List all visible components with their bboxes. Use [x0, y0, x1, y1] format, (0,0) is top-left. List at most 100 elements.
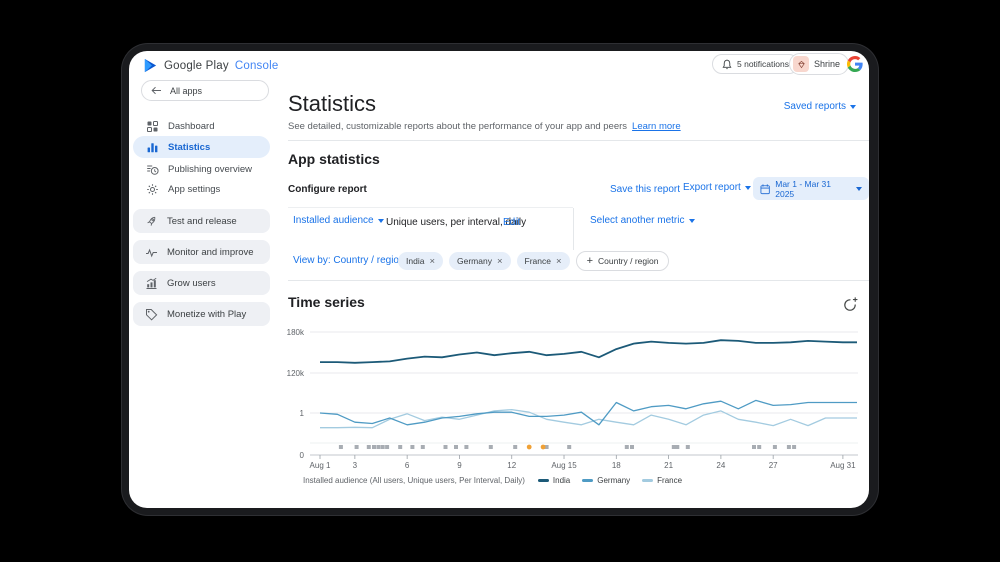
play-triangle-icon — [143, 58, 158, 73]
legend-series-name: India — [553, 476, 570, 485]
svg-text:6: 6 — [405, 461, 410, 470]
svg-text:21: 21 — [664, 461, 673, 470]
sidebar-section-monetize-with-play[interactable]: Monetize with Play — [133, 302, 270, 326]
notifications-button[interactable]: 5 notifications — [712, 54, 799, 74]
sidebar-section-label: Grow users — [167, 278, 216, 289]
legend-series-name: France — [657, 476, 682, 485]
sidebar-item-app-settings[interactable]: App settings — [129, 179, 277, 199]
chevron-down-icon — [850, 105, 856, 109]
divider — [288, 140, 869, 141]
edit-metric-button[interactable]: Edit — [503, 217, 520, 228]
subtitle-text: See detailed, customizable reports about… — [288, 121, 627, 132]
svg-text:18: 18 — [612, 461, 621, 470]
sidebar-item-label: App settings — [168, 184, 220, 195]
legend-item: France — [642, 476, 682, 485]
all-apps-label: All apps — [170, 86, 202, 96]
google-account-button[interactable] — [847, 56, 863, 77]
sidebar-item-dashboard[interactable]: Dashboard — [129, 116, 277, 136]
svg-text:9: 9 — [457, 461, 462, 470]
learn-more-link[interactable]: Learn more — [632, 121, 681, 132]
sidebar-section-label: Monitor and improve — [167, 247, 254, 258]
legend-swatch — [642, 479, 653, 482]
sidebar-section-label: Test and release — [167, 216, 237, 227]
saved-reports-label: Saved reports — [784, 101, 846, 112]
add-chip-label: Country / region — [598, 256, 658, 266]
saved-reports-button[interactable]: Saved reports — [784, 101, 856, 112]
time-series-title: Time series — [288, 294, 365, 310]
statistics-icon — [146, 141, 159, 154]
svg-text:180k: 180k — [287, 328, 305, 337]
filter-chip-india[interactable]: India × — [398, 252, 443, 270]
divider — [288, 207, 573, 208]
pulse-icon — [145, 246, 158, 259]
view-by-dropdown[interactable]: View by: Country / region — [293, 255, 415, 266]
sidebar-item-statistics[interactable]: Statistics — [133, 136, 270, 158]
sidebar-section-test-and-release[interactable]: Test and release — [133, 209, 270, 233]
rocket-icon — [145, 215, 158, 228]
export-report-button[interactable]: Export report — [683, 182, 751, 193]
chevron-down-icon — [689, 219, 695, 223]
dark-backdrop: Google Play Console 5 notifications Shri — [0, 0, 1000, 562]
svg-text:Aug 15: Aug 15 — [551, 461, 577, 470]
gear-icon — [146, 183, 159, 196]
play-console-screen: Google Play Console 5 notifications Shri — [129, 51, 869, 508]
plus-icon: + — [587, 255, 593, 267]
page-subtitle: See detailed, customizable reports about… — [288, 121, 681, 132]
tag-icon — [145, 308, 158, 321]
sidebar-item-publishing-overview[interactable]: Publishing overview — [129, 159, 277, 179]
legend-item: Germany — [582, 476, 630, 485]
svg-text:120k: 120k — [287, 369, 305, 378]
svg-text:Aug 1: Aug 1 — [310, 461, 331, 470]
chevron-down-icon — [378, 219, 384, 223]
brand-text: Google Play — [164, 60, 229, 72]
refresh-schedule-button[interactable] — [842, 297, 858, 318]
calendar-icon — [760, 183, 770, 195]
app-switcher-chip[interactable]: Shrine — [789, 53, 849, 75]
svg-text:27: 27 — [769, 461, 778, 470]
sidebar-section-monitor-and-improve[interactable]: Monitor and improve — [133, 240, 270, 264]
close-icon[interactable]: × — [429, 256, 435, 267]
growth-chart-icon — [145, 277, 158, 290]
select-another-metric-dropdown[interactable]: Select another metric — [590, 215, 695, 226]
divider — [573, 208, 574, 250]
chip-label: France — [525, 256, 551, 266]
app-icon-shrine — [793, 56, 809, 72]
legend-swatch — [538, 479, 549, 482]
time-series-chart[interactable]: 180k120k10Aug 136912Aug 1518212427Aug 31 — [279, 317, 869, 473]
dashboard-icon — [146, 120, 159, 133]
metric-dimension-dropdown[interactable]: Installed audience — [293, 215, 384, 226]
save-report-button[interactable]: Save this report — [610, 184, 680, 195]
legend-swatch — [582, 479, 593, 482]
chevron-down-icon — [856, 187, 862, 191]
date-range-picker[interactable]: Mar 1 - Mar 31 2025 — [753, 177, 869, 200]
bell-icon — [722, 59, 732, 70]
back-arrow-icon — [151, 86, 162, 95]
brand-console-text: Console — [235, 60, 279, 72]
page-title: Statistics — [288, 91, 376, 117]
sidebar-item-label: Dashboard — [168, 121, 214, 132]
view-by-label: View by: Country / region — [293, 255, 405, 266]
close-icon[interactable]: × — [556, 256, 562, 267]
chart-legend: Installed audience (All users, Unique us… — [303, 476, 682, 485]
chip-label: Germany — [457, 256, 492, 266]
google-play-console-logo[interactable]: Google Play Console — [143, 58, 278, 73]
legend-item: India — [538, 476, 570, 485]
all-apps-button[interactable]: All apps — [141, 80, 269, 101]
svg-text:1: 1 — [300, 409, 305, 418]
filter-chip-france[interactable]: France × — [517, 252, 570, 270]
tablet-frame: Google Play Console 5 notifications Shri — [122, 44, 878, 515]
close-icon[interactable]: × — [497, 256, 503, 267]
sidebar-item-label: Statistics — [168, 142, 210, 153]
diamond-icon — [796, 59, 807, 70]
svg-text:0: 0 — [300, 451, 305, 460]
clock-refresh-icon — [842, 297, 858, 313]
metric-dimension-label: Installed audience — [293, 215, 374, 226]
legend-series-name: Germany — [597, 476, 630, 485]
add-country-region-button[interactable]: + Country / region — [576, 251, 670, 271]
filter-chip-germany[interactable]: Germany × — [449, 252, 511, 270]
sidebar-section-grow-users[interactable]: Grow users — [133, 271, 270, 295]
export-report-label: Export report — [683, 182, 741, 193]
svg-text:Aug 31: Aug 31 — [830, 461, 856, 470]
google-g-icon — [847, 56, 863, 72]
svg-text:24: 24 — [716, 461, 725, 470]
